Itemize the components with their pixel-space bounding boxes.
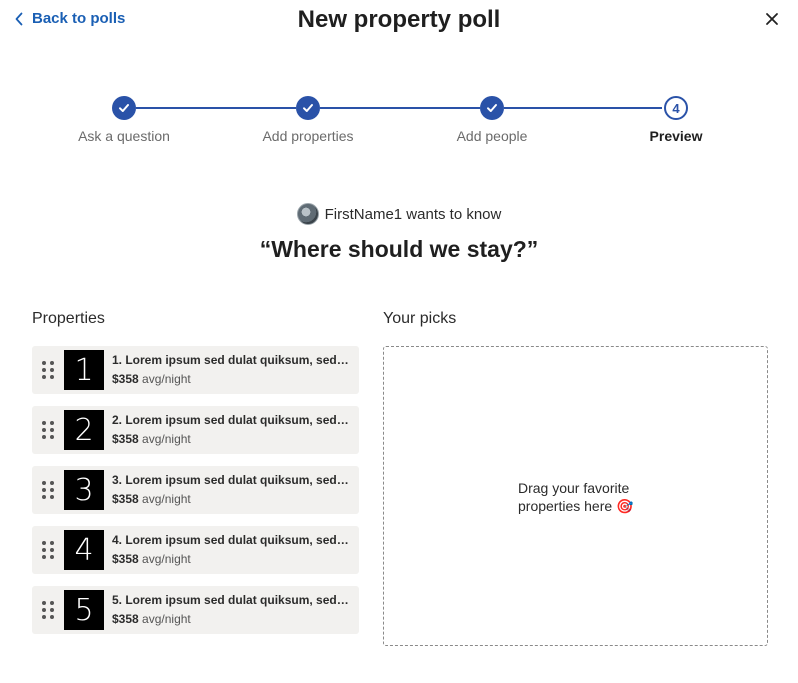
step-label: Preview xyxy=(649,128,703,144)
price-value: $358 xyxy=(112,432,139,446)
drag-handle-icon[interactable] xyxy=(42,541,54,560)
property-thumbnail: 2 xyxy=(64,410,104,450)
price-value: $358 xyxy=(112,492,139,506)
property-price: $358 avg/night xyxy=(112,372,191,386)
price-value: $358 xyxy=(112,552,139,566)
drag-handle-icon[interactable] xyxy=(42,421,54,440)
property-card[interactable]: 2 2. Lorem ipsum sed dulat quiksum, sed … xyxy=(32,406,359,454)
step-label: Add properties xyxy=(262,128,354,144)
step-complete-badge xyxy=(480,96,504,120)
properties-heading: Properties xyxy=(32,310,105,327)
check-icon xyxy=(119,104,129,112)
check-icon xyxy=(303,104,313,112)
step-add-properties[interactable]: Add properties xyxy=(238,94,378,144)
drag-handle-icon[interactable] xyxy=(42,481,54,500)
property-thumbnail: 4 xyxy=(64,530,104,570)
property-title: 4. Lorem ipsum sed dulat quiksum, sed ta… xyxy=(112,533,350,547)
drag-handle-icon[interactable] xyxy=(42,601,54,620)
page-title: New property poll xyxy=(297,6,501,33)
step-number-badge: 4 xyxy=(664,96,688,120)
property-card[interactable]: 4 4. Lorem ipsum sed dulat quiksum, sed … xyxy=(32,526,359,574)
step-add-people[interactable]: Add people xyxy=(422,94,562,144)
picks-drop-zone[interactable]: Drag your favorite properties here 🎯 xyxy=(383,346,768,646)
avatar xyxy=(296,203,319,225)
price-unit: avg/night xyxy=(142,552,191,566)
step-complete-badge xyxy=(296,96,320,120)
progress-stepper: Ask a question Add properties Add people… xyxy=(0,94,798,154)
step-label: Ask a question xyxy=(78,128,170,144)
property-thumbnail: 5 xyxy=(64,590,104,630)
drop-zone-hint: Drag your favorite properties here 🎯 xyxy=(518,480,634,514)
price-unit: avg/night xyxy=(142,372,191,386)
property-card[interactable]: 5 5. Lorem ipsum sed dulat quiksum, sed … xyxy=(32,586,359,634)
property-price: $358 avg/night xyxy=(112,432,191,446)
poll-asker: FirstName1 wants to know xyxy=(0,203,798,225)
asker-text: FirstName1 wants to know xyxy=(324,205,502,223)
property-card[interactable]: 3 3. Lorem ipsum sed dulat quiksum, sed … xyxy=(32,466,359,514)
new-property-poll-page: Back to polls New property poll Ask a qu… xyxy=(0,0,798,683)
property-price: $358 avg/night xyxy=(112,612,191,626)
property-card[interactable]: 1 1. Lorem ipsum sed dulat quiksum, sed … xyxy=(32,346,359,394)
property-thumbnail: 1 xyxy=(64,350,104,390)
drag-handle-icon[interactable] xyxy=(42,361,54,380)
close-icon[interactable] xyxy=(764,11,780,27)
step-complete-badge xyxy=(112,96,136,120)
step-label: Add people xyxy=(456,128,528,144)
your-picks-heading: Your picks xyxy=(383,310,457,327)
property-title: 2. Lorem ipsum sed dulat quiksum, sed ta… xyxy=(112,413,350,427)
property-price: $358 avg/night xyxy=(112,552,191,566)
property-thumbnail: 3 xyxy=(64,470,104,510)
poll-question: “Where should we stay?” xyxy=(259,236,539,262)
property-title: 1. Lorem ipsum sed dulat quiksum, sed ta… xyxy=(112,353,350,367)
step-ask-a-question[interactable]: Ask a question xyxy=(54,94,194,144)
price-value: $358 xyxy=(112,372,139,386)
property-title: 5. Lorem ipsum sed dulat quiksum, sed ta… xyxy=(112,593,350,607)
price-unit: avg/night xyxy=(142,492,191,506)
step-preview[interactable]: 4 Preview xyxy=(606,94,746,144)
property-title: 3. Lorem ipsum sed dulat quiksum, sed ta… xyxy=(112,473,350,487)
price-unit: avg/night xyxy=(142,612,191,626)
check-icon xyxy=(487,104,497,112)
price-unit: avg/night xyxy=(142,432,191,446)
price-value: $358 xyxy=(112,612,139,626)
properties-list: 1 1. Lorem ipsum sed dulat quiksum, sed … xyxy=(32,346,359,646)
property-price: $358 avg/night xyxy=(112,492,191,506)
